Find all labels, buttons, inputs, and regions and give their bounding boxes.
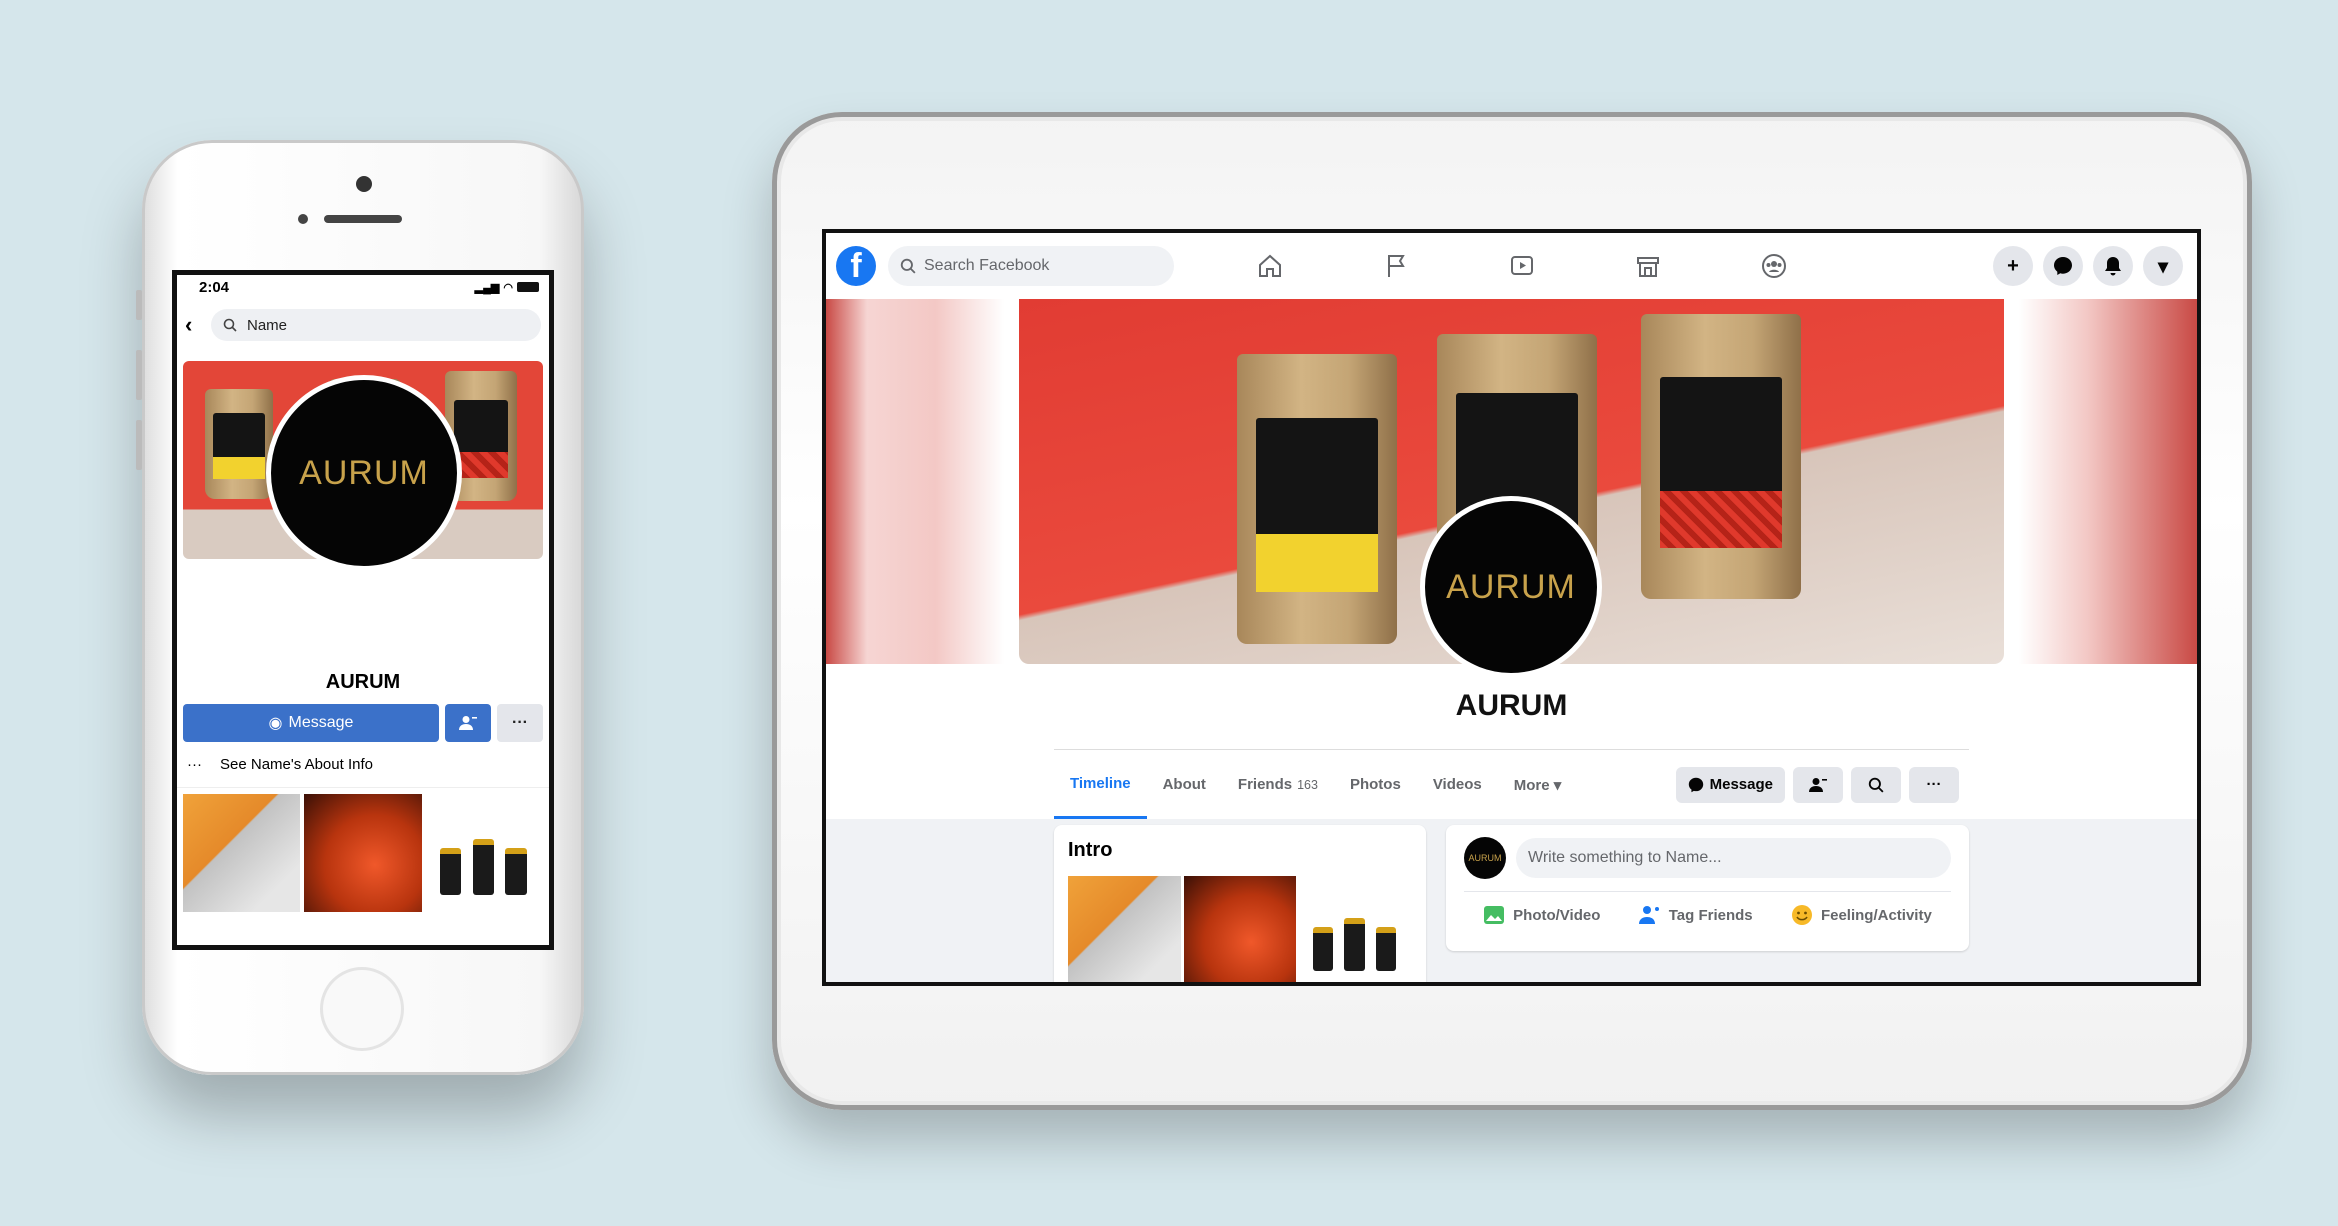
tab-photos[interactable]: Photos bbox=[1334, 750, 1417, 819]
photo-thumbnail-jars[interactable] bbox=[1299, 876, 1413, 982]
phone-status-bar: 2:04 ▂▄▆ ◠ bbox=[177, 275, 549, 299]
phone-volume-down bbox=[136, 420, 142, 470]
photo-icon bbox=[1484, 906, 1505, 924]
phone-follow-button[interactable] bbox=[445, 704, 491, 742]
phone-page-name: AURUM bbox=[325, 671, 401, 693]
tab-friends[interactable]: Friends 163 bbox=[1222, 750, 1334, 819]
phone-profile-picture[interactable]: AURUM bbox=[266, 375, 462, 571]
status-time: 2:04 bbox=[199, 278, 230, 296]
phone-message-label: Message bbox=[288, 714, 354, 731]
phone-volume-up bbox=[136, 350, 142, 400]
facebook-top-nav: f Search Facebook + ▾ bbox=[826, 233, 2197, 299]
profile-action-buttons: Message ··· bbox=[1675, 766, 1969, 803]
status-icons: ▂▄▆ ◠ bbox=[475, 281, 539, 294]
facebook-search-placeholder: Search Facebook bbox=[924, 257, 1050, 274]
phone-screen: 2:04 ▂▄▆ ◠ ‹ Name AURUM AURUM ◉ Message bbox=[172, 270, 554, 950]
tablet-profile-picture[interactable]: AURUM bbox=[1420, 496, 1602, 678]
create-plus-icon[interactable]: + bbox=[1993, 246, 2033, 286]
tablet-more-button[interactable]: ··· bbox=[1909, 766, 1959, 803]
phone-device: 2:04 ▂▄▆ ◠ ‹ Name AURUM AURUM ◉ Message bbox=[136, 140, 584, 1075]
page-header: AURUM AURUM Timeline About Friends 163 Ph… bbox=[826, 299, 2197, 819]
photo-thumbnail-book[interactable] bbox=[183, 794, 301, 912]
facebook-search-input[interactable]: Search Facebook bbox=[888, 246, 1174, 286]
more-dots-icon: ··· bbox=[187, 756, 202, 773]
intro-card: Intro bbox=[1054, 825, 1426, 982]
add-friend-icon bbox=[459, 716, 477, 730]
phone-mute-switch bbox=[136, 290, 142, 320]
tablet-device: f Search Facebook + ▾ AURUM AURUM Timeli… bbox=[772, 112, 2252, 1110]
messenger-icon[interactable] bbox=[2043, 246, 2083, 286]
pages-flag-icon[interactable] bbox=[1372, 252, 1420, 280]
page-body: Intro AURUM Write something to Name... P… bbox=[1054, 825, 1969, 982]
add-friend-icon bbox=[1809, 777, 1827, 792]
phone-about-label: See Name's About Info bbox=[220, 756, 373, 773]
back-arrow-icon[interactable]: ‹ bbox=[185, 312, 201, 338]
tablet-message-label: Message bbox=[1709, 776, 1773, 793]
create-post-card: AURUM Write something to Name... Photo/V… bbox=[1446, 825, 1969, 951]
write-post-input[interactable]: Write something to Name... bbox=[1516, 838, 1951, 878]
phone-photo-grid bbox=[183, 794, 543, 912]
phone-search-bar: ‹ Name bbox=[177, 299, 549, 351]
tag-friends-button[interactable]: Tag Friends bbox=[1638, 904, 1753, 926]
photo-thumbnail-book[interactable] bbox=[1068, 876, 1181, 982]
phone-message-button[interactable]: ◉ Message bbox=[183, 704, 439, 742]
account-dropdown-icon[interactable]: ▾ bbox=[2143, 246, 2183, 286]
page-avatar: AURUM bbox=[1464, 837, 1506, 879]
groups-icon[interactable] bbox=[1750, 252, 1798, 280]
tablet-screen: f Search Facebook + ▾ AURUM AURUM Timeli… bbox=[822, 229, 2201, 986]
product-bag-curry bbox=[205, 389, 273, 499]
friends-count: 163 bbox=[1297, 777, 1318, 792]
facebook-logo-icon[interactable]: f bbox=[836, 246, 876, 286]
profile-tabs: Timeline About Friends 163 Photos Videos … bbox=[1054, 749, 1969, 819]
intro-title: Intro bbox=[1068, 839, 1113, 861]
phone-more-button[interactable]: ··· bbox=[497, 704, 543, 742]
search-icon bbox=[223, 318, 237, 332]
phone-speaker bbox=[324, 215, 402, 223]
messenger-icon bbox=[1688, 777, 1703, 792]
battery-icon bbox=[517, 282, 539, 292]
product-bag-curry bbox=[1237, 354, 1397, 644]
phone-search-input[interactable]: Name bbox=[211, 309, 541, 341]
messenger-icon: ◉ bbox=[268, 715, 283, 732]
watch-video-icon[interactable] bbox=[1498, 252, 1546, 280]
tablet-page-name: AURUM bbox=[1455, 689, 1568, 722]
add-friend-button[interactable] bbox=[1793, 766, 1843, 803]
home-icon[interactable] bbox=[1246, 252, 1294, 280]
photo-thumbnail-jars[interactable] bbox=[425, 794, 543, 912]
phone-sensor bbox=[298, 214, 308, 224]
feed-column: AURUM Write something to Name... Photo/V… bbox=[1446, 825, 1969, 982]
search-icon bbox=[1868, 777, 1884, 793]
tag-friends-icon bbox=[1638, 906, 1659, 924]
photo-video-button[interactable]: Photo/Video bbox=[1483, 904, 1600, 926]
post-action-row: Photo/Video Tag Friends Feeling/Activity bbox=[1464, 892, 1951, 926]
tab-about[interactable]: About bbox=[1147, 750, 1222, 819]
nav-center-icons bbox=[1246, 233, 1798, 299]
tablet-message-button[interactable]: Message bbox=[1675, 766, 1785, 803]
phone-search-text: Name bbox=[247, 316, 288, 334]
nav-right-actions: + ▾ bbox=[1993, 246, 2183, 286]
signal-icon: ▂▄▆ bbox=[474, 281, 500, 294]
wifi-icon: ◠ bbox=[503, 281, 513, 294]
marketplace-icon[interactable] bbox=[1624, 252, 1672, 280]
tab-videos[interactable]: Videos bbox=[1417, 750, 1498, 819]
tab-timeline[interactable]: Timeline bbox=[1054, 750, 1147, 819]
phone-camera bbox=[356, 176, 372, 192]
photo-thumbnail-spice[interactable] bbox=[1183, 876, 1297, 982]
phone-about-link[interactable]: ··· See Name's About Info bbox=[177, 742, 549, 788]
search-icon bbox=[900, 258, 916, 274]
phone-action-row: ◉ Message ··· bbox=[177, 694, 549, 742]
intro-photos bbox=[1068, 876, 1413, 982]
tab-more[interactable]: More ▾ bbox=[1498, 750, 1578, 819]
feeling-smiley-icon bbox=[1791, 905, 1812, 925]
photo-thumbnail-spice[interactable] bbox=[304, 794, 422, 912]
feeling-activity-button[interactable]: Feeling/Activity bbox=[1791, 904, 1932, 926]
search-page-button[interactable] bbox=[1851, 766, 1901, 803]
phone-home-button[interactable] bbox=[320, 967, 404, 1051]
product-bag-paprika bbox=[1641, 314, 1801, 599]
notifications-bell-icon[interactable] bbox=[2093, 246, 2133, 286]
